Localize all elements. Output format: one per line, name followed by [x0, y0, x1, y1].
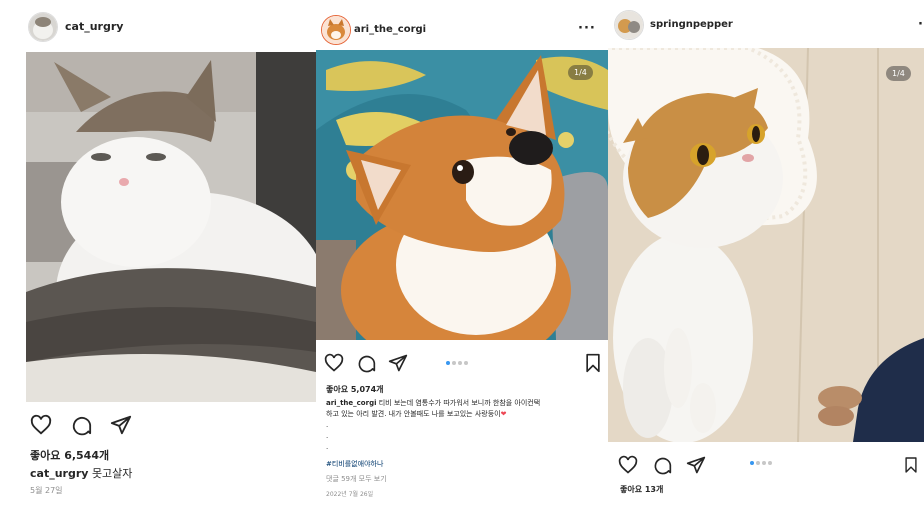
share-icon[interactable] — [110, 414, 132, 436]
caption-text: 티비 보는데 염통수가 따가워서 보니까 한참을 아이컨택 — [378, 399, 541, 407]
likes-count[interactable]: 좋아요 6,544개 — [30, 447, 109, 463]
image-counter: 1/4 — [886, 66, 911, 81]
likes-count[interactable]: 좋아요 5,074개 — [326, 384, 384, 395]
avatar[interactable] — [321, 15, 351, 45]
caption-username[interactable]: ari_the_corgi — [326, 399, 376, 407]
share-icon[interactable] — [388, 353, 408, 373]
carousel-dot — [458, 361, 462, 365]
caption-text: 하고 있는 아리 발견. 내가 안볼때도 나를 보고있는 사랑둥이 — [326, 410, 501, 418]
action-bar — [30, 414, 132, 438]
post-username[interactable]: cat_urgry — [65, 20, 123, 33]
post-date: 5월 27일 — [30, 486, 63, 495]
comment-icon[interactable] — [356, 353, 376, 373]
avatar[interactable] — [28, 12, 58, 42]
caption: ari_the_corgi 티비 보는데 염통수가 따가워서 보니까 한참을 아… — [326, 398, 540, 408]
bookmark-icon[interactable] — [584, 353, 602, 373]
action-bar — [618, 455, 924, 479]
caption-break: . — [326, 443, 329, 451]
comment-icon[interactable] — [70, 414, 92, 436]
carousel-dots — [446, 361, 476, 367]
caption-username[interactable]: cat_urgry — [30, 467, 88, 480]
carousel-dot — [756, 461, 760, 465]
view-comments-link[interactable]: 댓글 59개 모두 보기 — [326, 474, 387, 484]
post-header: springnpepper · — [608, 0, 924, 52]
carousel-dot — [452, 361, 456, 365]
post-springnpepper: springnpepper · 1/4 좋아요 13개 — [608, 0, 924, 524]
carousel-dot — [750, 461, 754, 465]
bookmark-icon[interactable] — [904, 455, 918, 475]
carousel-dot — [768, 461, 772, 465]
caption: cat_urgry 못고살자 — [30, 465, 132, 481]
comment-icon[interactable] — [652, 455, 672, 475]
avatar[interactable] — [614, 10, 644, 40]
likes-count[interactable]: 좋아요 13개 — [620, 484, 663, 495]
post-ari-the-corgi: ari_the_corgi ··· 1/4 좋아요 5,074개 ari_the… — [316, 0, 608, 524]
caption-line: 하고 있는 아리 발견. 내가 안볼때도 나를 보고있는 사랑둥이❤ — [326, 409, 506, 419]
hashtag-link[interactable]: #티비를없애야하나 — [326, 459, 383, 469]
caption-break: . — [326, 421, 329, 429]
caption-text: 못고살자 — [91, 467, 133, 480]
post-cat-urgry: cat_urgry 좋아요 6,544개 cat_urgry 못고살자 5월 2… — [0, 0, 316, 524]
heart-icon[interactable] — [618, 455, 638, 475]
carousel-dot — [446, 361, 450, 365]
post-username[interactable]: ari_the_corgi — [354, 24, 426, 35]
heart-icon[interactable] — [324, 353, 344, 373]
carousel-dot — [464, 361, 468, 365]
post-photo[interactable] — [26, 52, 316, 402]
more-options-icon[interactable]: · — [918, 17, 924, 32]
post-photo[interactable] — [608, 48, 924, 442]
heart-emoji: ❤ — [500, 410, 507, 418]
more-options-icon[interactable]: ··· — [578, 21, 596, 36]
image-counter: 1/4 — [568, 65, 593, 80]
post-photo[interactable] — [316, 50, 608, 340]
post-username[interactable]: springnpepper — [650, 19, 733, 30]
post-date: 2022년 7월 26일 — [326, 491, 374, 498]
post-header: ari_the_corgi ··· — [316, 0, 608, 52]
carousel-dot — [762, 461, 766, 465]
post-header: cat_urgry — [0, 0, 316, 52]
caption-break: . — [326, 432, 329, 440]
share-icon[interactable] — [686, 455, 706, 475]
carousel-dots — [750, 461, 780, 467]
heart-icon[interactable] — [30, 414, 52, 436]
